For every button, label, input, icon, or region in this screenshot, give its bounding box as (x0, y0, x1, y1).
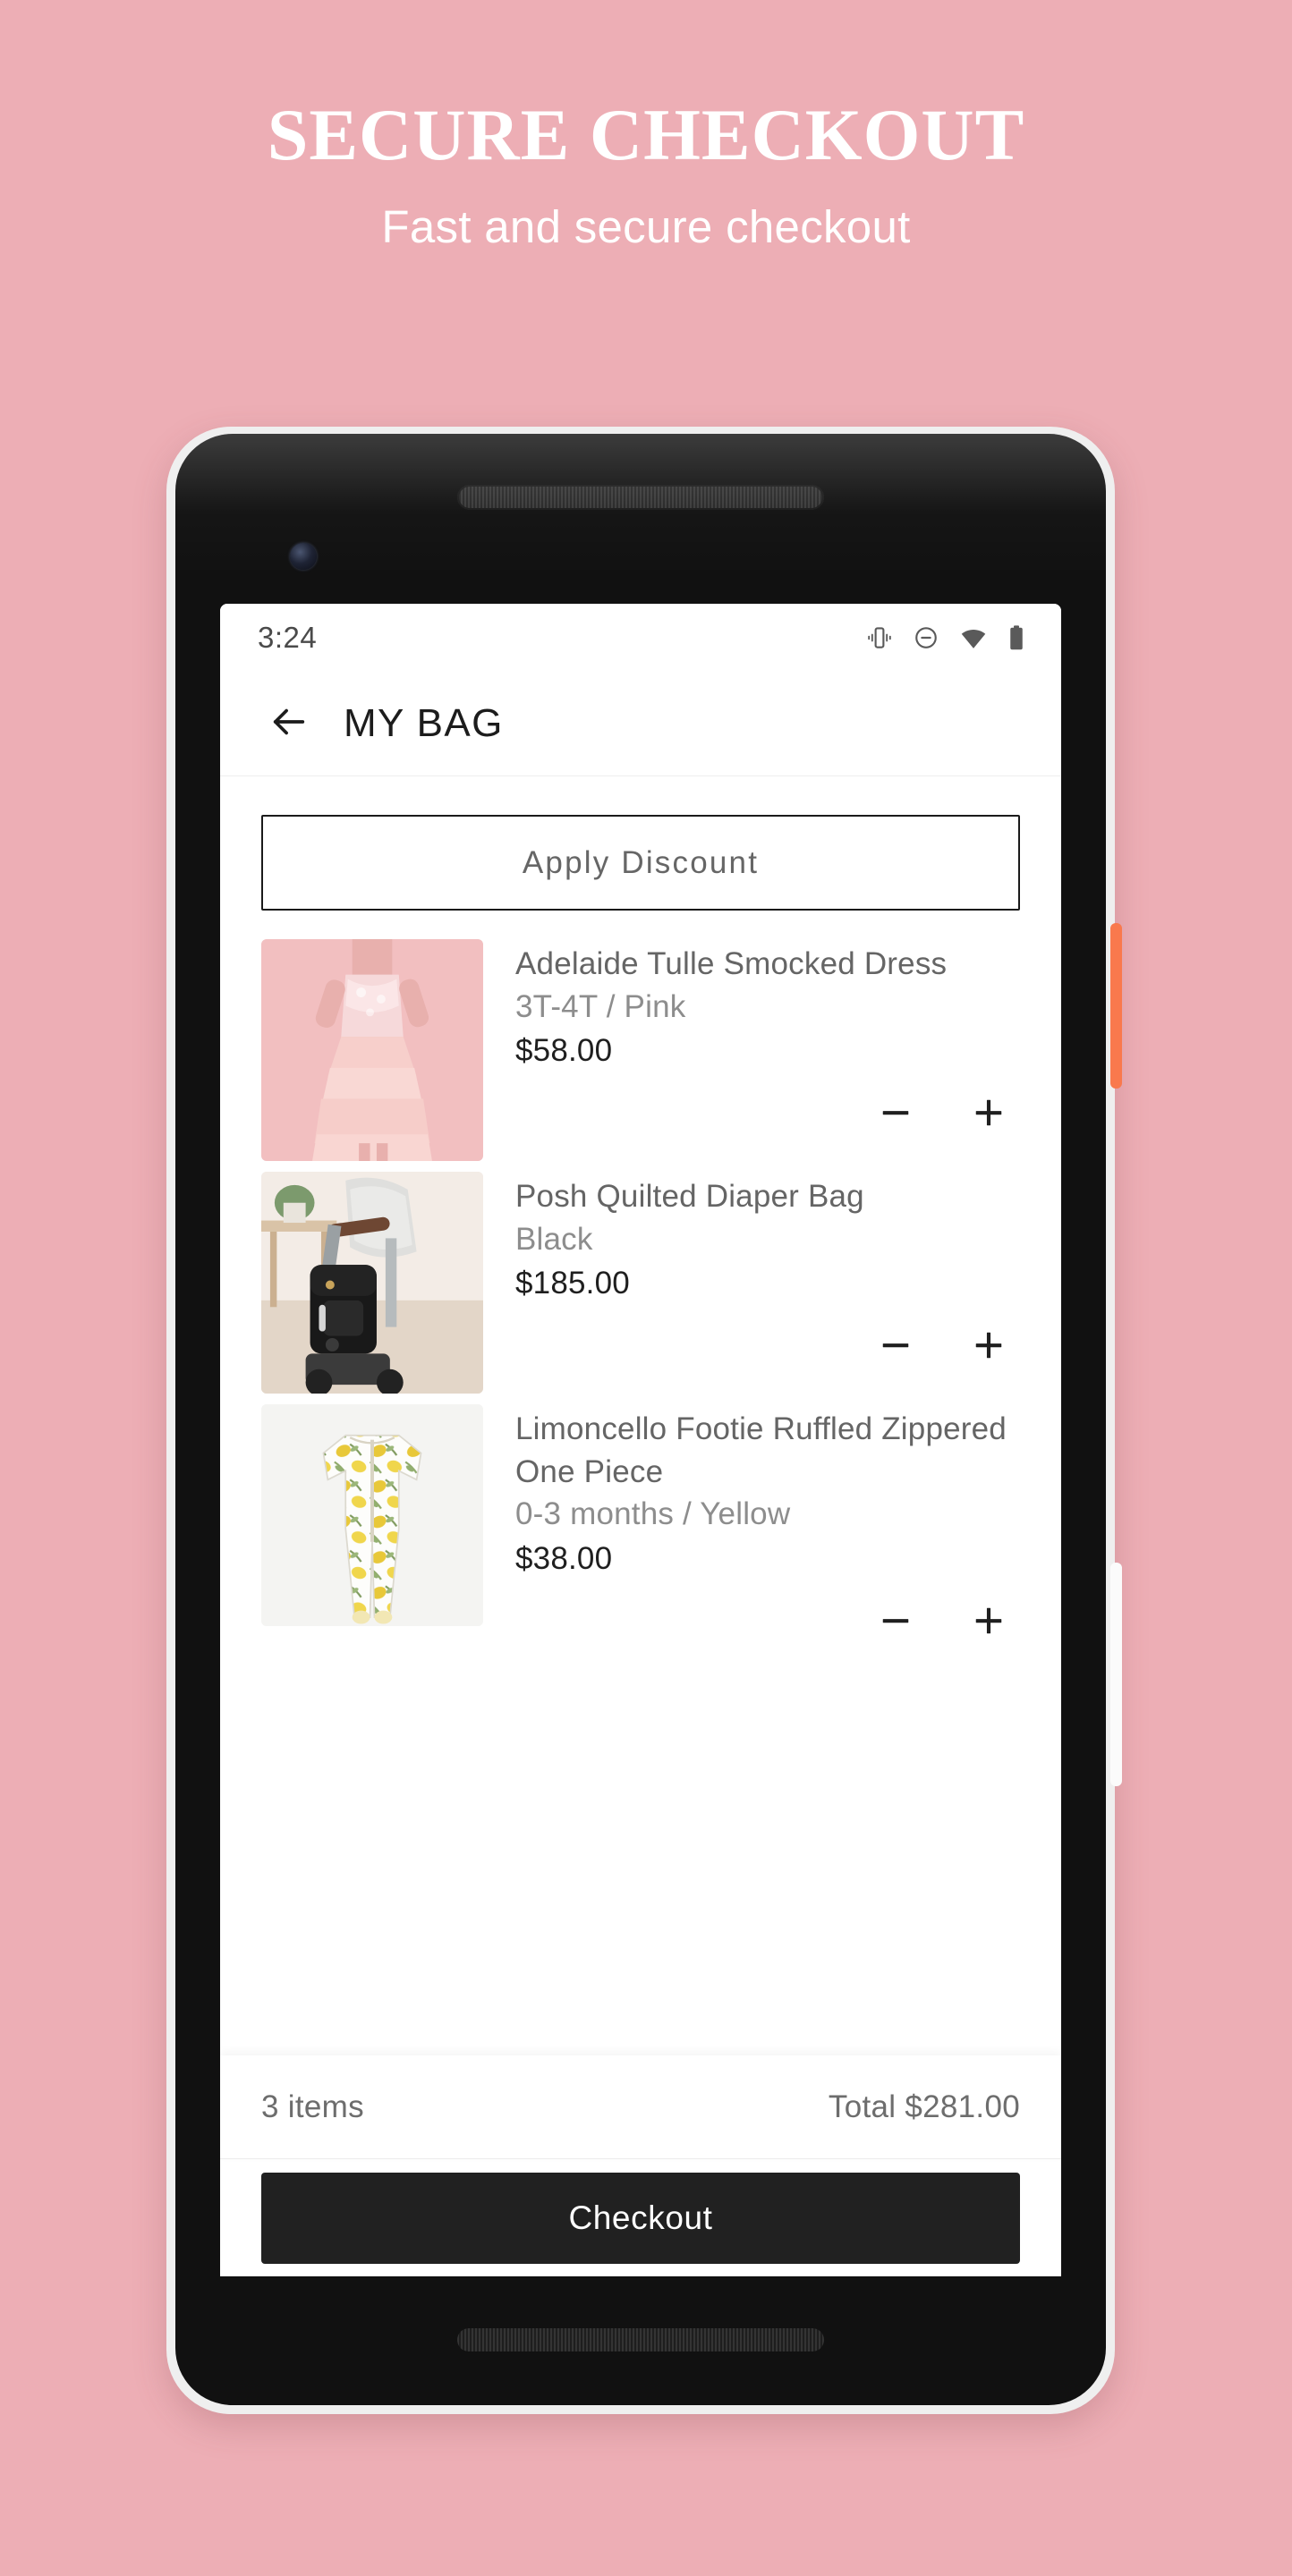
phone-mockup: 3:24 MY BAG Apply Discount Adelaide Tull… (166, 427, 1122, 2414)
total-summary: Total $281.00 (829, 2089, 1020, 2125)
product-price: $38.00 (515, 1540, 613, 1576)
promo-screenshot-page: SECURE CHECKOUT Fast and secure checkout… (0, 0, 1292, 2576)
items-count: 3 items (261, 2089, 364, 2124)
vibrate-icon (866, 624, 893, 651)
increase-quantity-button[interactable] (965, 1597, 1013, 1645)
increase-quantity-button[interactable] (965, 1089, 1013, 1137)
promo-header: SECURE CHECKOUT Fast and secure checkout (0, 0, 1292, 253)
status-bar-icons (866, 624, 1025, 651)
checkout-bar: Checkout (220, 2159, 1061, 2276)
product-details: Posh Quilted Diaper Bag Black $185.00 (483, 1172, 1020, 1394)
checkout-button[interactable]: Checkout (261, 2172, 1020, 2264)
battery-icon (1007, 624, 1025, 651)
quantity-stepper (515, 1321, 1020, 1369)
phone-screen: 3:24 MY BAG Apply Discount Adelaide Tull… (220, 604, 1061, 2276)
back-button[interactable] (261, 696, 317, 751)
cart-content: Apply Discount Adelaide Tulle Smocked Dr… (220, 776, 1061, 2055)
product-variant: Black (515, 1221, 593, 1257)
total-amount: $281.00 (905, 2089, 1020, 2124)
product-variant: 3T-4T / Pink (515, 988, 686, 1024)
totals-bar: 3 items Total $281.00 (220, 2055, 1061, 2159)
page-title: MY BAG (344, 701, 504, 745)
product-thumbnail[interactable] (261, 1172, 483, 1394)
wifi-icon (959, 624, 988, 651)
arrow-left-icon (268, 701, 310, 747)
product-details: Adelaide Tulle Smocked Dress 3T-4T / Pin… (483, 939, 1020, 1161)
cart-item: Limoncello Footie Ruffled Zippered One P… (261, 1404, 1020, 1645)
promo-subtitle: Fast and secure checkout (381, 201, 911, 253)
front-camera-icon (290, 543, 317, 570)
product-thumbnail[interactable] (261, 939, 483, 1161)
lemon-print-footie-photo (261, 1404, 483, 1626)
product-name: Adelaide Tulle Smocked Dress (515, 946, 948, 981)
cart-item: Posh Quilted Diaper Bag Black $185.00 (261, 1172, 1020, 1394)
app-bar: MY BAG (220, 672, 1061, 776)
total-label: Total (828, 2089, 897, 2124)
decrease-quantity-button[interactable] (871, 1597, 920, 1645)
decrease-quantity-button[interactable] (871, 1089, 920, 1137)
product-name: Limoncello Footie Ruffled Zippered One P… (515, 1411, 1007, 1489)
product-details: Limoncello Footie Ruffled Zippered One P… (483, 1404, 1020, 1645)
product-price: $58.00 (515, 1033, 613, 1069)
quantity-stepper (515, 1089, 1020, 1137)
product-name: Posh Quilted Diaper Bag (515, 1179, 864, 1214)
quantity-stepper (515, 1597, 1020, 1645)
cart-item-list: Adelaide Tulle Smocked Dress 3T-4T / Pin… (261, 939, 1020, 1645)
earpiece-speaker (457, 485, 824, 510)
power-button[interactable] (1110, 923, 1122, 1089)
decrease-quantity-button[interactable] (871, 1321, 920, 1369)
product-variant: 0-3 months / Yellow (515, 1496, 791, 1532)
status-bar: 3:24 (220, 604, 1061, 672)
product-thumbnail[interactable] (261, 1404, 483, 1626)
product-price: $185.00 (515, 1266, 630, 1301)
do-not-disturb-icon (913, 624, 939, 651)
increase-quantity-button[interactable] (965, 1321, 1013, 1369)
apply-discount-button[interactable]: Apply Discount (261, 815, 1020, 911)
status-bar-time: 3:24 (258, 621, 318, 654)
phone-body: 3:24 MY BAG Apply Discount Adelaide Tull… (175, 434, 1106, 2405)
black-diaper-bag-stroller-photo (261, 1172, 483, 1394)
volume-rocker-button[interactable] (1110, 1563, 1122, 1786)
bottom-speaker (457, 2328, 824, 2351)
promo-title: SECURE CHECKOUT (267, 94, 1025, 175)
pink-tulle-dress-photo (261, 939, 483, 1161)
cart-item: Adelaide Tulle Smocked Dress 3T-4T / Pin… (261, 939, 1020, 1161)
